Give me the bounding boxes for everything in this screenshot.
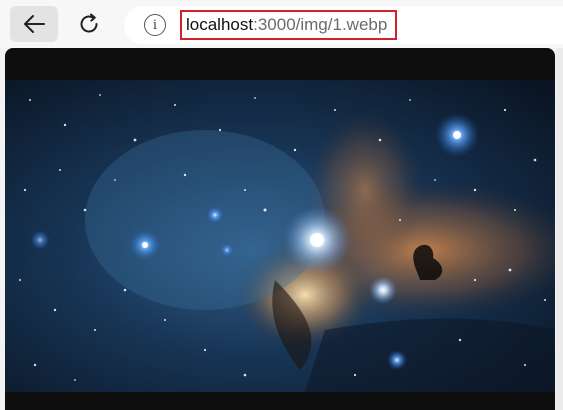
url-host: localhost bbox=[186, 15, 254, 34]
nebula-image bbox=[5, 80, 555, 392]
browser-toolbar: i localhost:3000/img/1.webp bbox=[0, 0, 563, 48]
info-icon[interactable]: i bbox=[144, 14, 166, 36]
url-path: :3000/img/1.webp bbox=[253, 15, 388, 34]
reload-button[interactable] bbox=[65, 6, 113, 42]
url-text[interactable]: localhost:3000/img/1.webp bbox=[180, 10, 398, 40]
back-button[interactable] bbox=[10, 6, 58, 42]
info-glyph: i bbox=[152, 17, 158, 33]
address-bar[interactable]: i localhost:3000/img/1.webp bbox=[124, 6, 563, 44]
image-viewer bbox=[5, 48, 555, 410]
arrow-left-icon bbox=[24, 15, 45, 33]
reload-icon bbox=[80, 13, 98, 33]
page-scrollbar[interactable] bbox=[556, 48, 563, 410]
